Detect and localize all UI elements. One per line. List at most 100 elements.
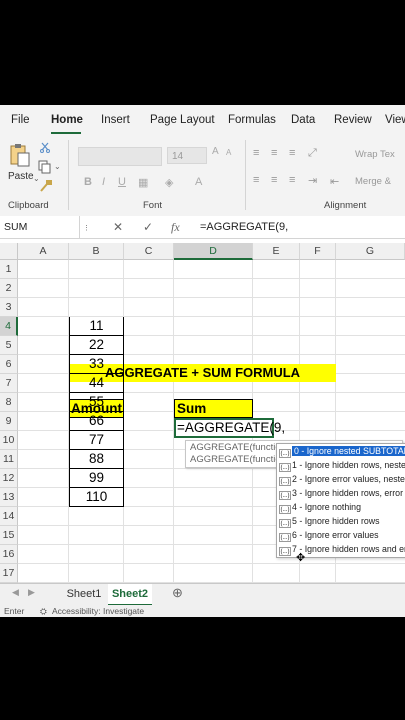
font-color-icon[interactable]: A (195, 176, 202, 188)
ribbon-divider (68, 140, 69, 210)
tab-sheet1[interactable]: Sheet1 (62, 584, 106, 604)
menu-data[interactable]: Data (291, 114, 315, 126)
menu-formulas[interactable]: Formulas (228, 114, 276, 126)
select-all-corner[interactable] (0, 243, 18, 260)
dropdown-option[interactable]: (...)1 - Ignore hidden rows, nested SUBT… (277, 459, 405, 472)
row-header[interactable]: 8 (0, 393, 18, 412)
active-cell-editing[interactable]: =AGGREGATE(9, (174, 418, 285, 438)
accessibility-icon[interactable]: ⛭ (40, 605, 47, 617)
bottom-align-icon[interactable]: ≡ (289, 147, 295, 159)
chevron-down-icon[interactable]: ⌄ (54, 162, 61, 171)
menu-home[interactable]: Home (51, 114, 83, 126)
ribbon-divider (245, 140, 246, 210)
bold-button[interactable]: B (84, 176, 92, 188)
sum-header[interactable]: Sum (174, 399, 253, 418)
column-header[interactable]: E (253, 243, 300, 260)
center-align-icon[interactable]: ≡ (271, 174, 277, 186)
copy-icon[interactable] (38, 160, 52, 174)
amount-cell[interactable]: 99 (69, 469, 124, 488)
right-align-icon[interactable]: ≡ (289, 174, 295, 186)
sheet-tabs-bar: ◀ ▶ Sheet1 Sheet2 ⊕ (0, 583, 405, 606)
top-align-icon[interactable]: ≡ (253, 147, 259, 159)
decrease-font-icon[interactable]: A (226, 148, 231, 157)
menu-file[interactable]: File (11, 114, 30, 126)
dropdown-option[interactable]: (...)3 - Ignore hidden rows, error value… (277, 487, 405, 500)
format-painter-icon[interactable] (39, 179, 53, 193)
amount-cell[interactable]: 55 (69, 393, 124, 412)
paste-icon[interactable] (9, 143, 31, 168)
dropdown-option[interactable]: (...) 6 - Ignore error values (277, 529, 405, 542)
underline-button[interactable]: U (118, 176, 126, 188)
amount-cell[interactable]: 44 (69, 374, 124, 393)
wrap-text-button[interactable]: Wrap Tex (355, 149, 395, 160)
dropdown-option[interactable]: (...)0 - Ignore nested SUBTOTAL and AGGR… (277, 445, 405, 458)
tab-sheet2[interactable]: Sheet2 (108, 584, 152, 606)
row-header[interactable]: 4 (0, 317, 18, 336)
row-header[interactable]: 15 (0, 526, 18, 545)
font-name-box[interactable] (78, 147, 162, 166)
insert-function-icon[interactable]: fx (171, 220, 180, 235)
row-header[interactable]: 9 (0, 412, 18, 431)
column-header[interactable]: F (300, 243, 336, 260)
fill-color-icon[interactable]: ◈ (165, 176, 173, 189)
font-size-box[interactable]: 14 (167, 147, 207, 164)
column-header[interactable]: D (174, 243, 253, 260)
enter-icon[interactable]: ✓ (143, 220, 153, 234)
row-header[interactable]: 11 (0, 450, 18, 469)
indent-icon[interactable]: ⇥ (308, 174, 317, 187)
cancel-icon[interactable]: ✕ (113, 220, 123, 234)
paste-label[interactable]: Paste (8, 171, 34, 182)
dropdown-option-label: 6 - Ignore error values (292, 530, 379, 540)
spreadsheet-grid: ABCDEFG 123456789101112131415161718 AGGR… (0, 243, 405, 602)
amount-cell[interactable]: 77 (69, 431, 124, 450)
dropdown-option[interactable]: (...) 5 - Ignore hidden rows (277, 515, 405, 528)
outdent-icon[interactable]: ⇤ (330, 175, 339, 188)
row-header[interactable]: 10 (0, 431, 18, 450)
middle-align-icon[interactable]: ≡ (271, 147, 277, 159)
amount-cell[interactable]: 11 (69, 317, 124, 336)
amount-cell[interactable]: 33 (69, 355, 124, 374)
menu-insert[interactable]: Insert (101, 114, 130, 126)
menu-view[interactable]: View (385, 114, 405, 126)
editing-text: =AGGREGATE(9, (177, 420, 286, 435)
sum-header-text: Sum (177, 401, 207, 416)
amount-cell[interactable]: 88 (69, 450, 124, 469)
border-icon[interactable]: ▦ (138, 176, 148, 189)
merge-center-button[interactable]: Merge & (355, 176, 391, 187)
amount-cell[interactable]: 66 (69, 412, 124, 431)
row-header[interactable]: 12 (0, 469, 18, 488)
row-header[interactable]: 3 (0, 298, 18, 317)
amount-cell[interactable]: 22 (69, 336, 124, 355)
column-header[interactable]: G (336, 243, 405, 260)
function-option-icon: (...) (279, 547, 291, 556)
column-header[interactable]: A (18, 243, 69, 260)
row-header[interactable]: 7 (0, 374, 18, 393)
amount-cell[interactable]: 110 (69, 488, 124, 507)
orientation-icon[interactable]: ⤢ (308, 147, 317, 160)
italic-button[interactable]: I (102, 176, 105, 188)
row-header[interactable]: 1 (0, 260, 18, 279)
menu-review[interactable]: Review (334, 114, 372, 126)
row-header[interactable]: 6 (0, 355, 18, 374)
menu-page-layout[interactable]: Page Layout (150, 114, 215, 126)
column-header[interactable]: C (124, 243, 174, 260)
row-header[interactable]: 13 (0, 488, 18, 507)
row-header[interactable]: 2 (0, 279, 18, 298)
accessibility-status[interactable]: Accessibility: Investigate (52, 605, 144, 617)
left-align-icon[interactable]: ≡ (253, 174, 259, 186)
row-header[interactable]: 17 (0, 564, 18, 583)
prev-sheet-icon[interactable]: ◀ (12, 587, 19, 598)
formula-input[interactable]: =AGGREGATE(9, (200, 216, 288, 238)
dropdown-option-label: 0 - Ignore nested SUBTOTAL and AGGREGATE… (292, 446, 405, 456)
cut-icon[interactable] (39, 141, 51, 153)
dropdown-option[interactable]: (...)2 - Ignore error values, nested SUB… (277, 473, 405, 486)
increase-font-icon[interactable]: A (212, 146, 219, 157)
row-header[interactable]: 16 (0, 545, 18, 564)
row-header[interactable]: 14 (0, 507, 18, 526)
name-box[interactable]: SUM (0, 216, 80, 238)
row-header[interactable]: 5 (0, 336, 18, 355)
dropdown-option[interactable]: (...) 4 - Ignore nothing (277, 501, 405, 514)
add-sheet-icon[interactable]: ⊕ (172, 585, 183, 601)
next-sheet-icon[interactable]: ▶ (28, 587, 35, 598)
column-header[interactable]: B (69, 243, 124, 260)
